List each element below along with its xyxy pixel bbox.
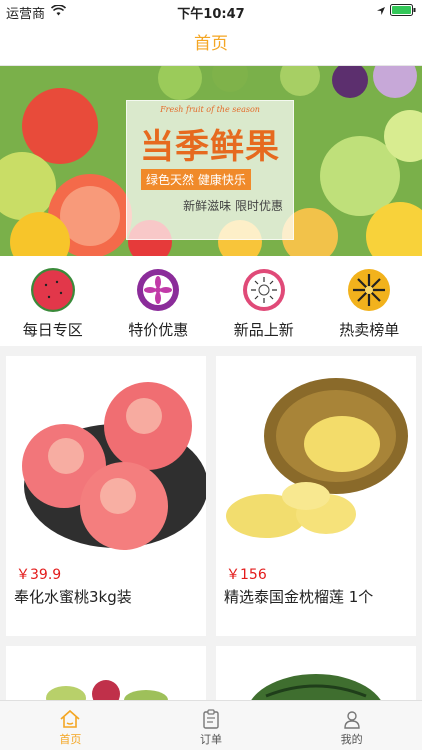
product-name: 精选泰国金枕榴莲 1个: [224, 588, 374, 606]
passionfruit-icon: [348, 269, 391, 311]
promo-banner[interactable]: Fresh fruit of the season 当季鲜果 绿色天然 健康快乐…: [0, 66, 422, 256]
category-row: 每日专区 特价优惠 新品上新 热卖榜单: [0, 256, 422, 346]
promo-tag: 绿色天然 健康快乐: [141, 169, 251, 190]
fruit-image: [6, 646, 206, 700]
category-label: 热卖榜单: [339, 321, 400, 339]
location-icon: [376, 5, 386, 20]
peach-image: [6, 356, 206, 556]
battery-icon: [390, 4, 416, 20]
category-label: 新品上新: [233, 321, 294, 339]
product-card[interactable]: ￥39.9 奉化水蜜桃3kg装: [6, 356, 206, 636]
product-price: ￥39.9: [16, 567, 62, 583]
nav-bar: 首页: [0, 22, 422, 66]
watermelon-icon: [30, 268, 75, 312]
tab-profile[interactable]: 我的: [281, 701, 422, 750]
product-grid: ￥39.9 奉化水蜜桃3kg装 ￥156 精选泰国金枕榴莲 1个: [0, 346, 422, 700]
product-name: 奉化水蜜桃3kg装: [14, 588, 132, 606]
status-bar: 运营商 下午10:47: [0, 0, 422, 22]
category-new[interactable]: 新品上新: [211, 256, 317, 346]
product-price: ￥156: [226, 567, 267, 583]
category-daily[interactable]: 每日专区: [0, 256, 106, 346]
page-title: 首页: [194, 34, 228, 54]
product-card[interactable]: ￥156 精选泰国金枕榴莲 1个: [216, 356, 416, 636]
category-label: 特价优惠: [128, 321, 189, 339]
order-icon: [203, 709, 219, 729]
home-icon: [60, 709, 80, 728]
product-card[interactable]: [6, 646, 206, 700]
product-card[interactable]: [216, 646, 416, 700]
category-sale[interactable]: 特价优惠: [106, 256, 212, 346]
promo-english: Fresh fruit of the season: [160, 105, 260, 114]
tab-label: 首页: [59, 733, 82, 746]
dragonfruit-icon: [137, 269, 180, 311]
watermelon-image: [216, 646, 416, 700]
tab-label: 我的: [340, 733, 363, 746]
tab-label: 订单: [200, 733, 222, 746]
profile-icon: [343, 711, 360, 729]
category-label: 每日专区: [22, 321, 83, 339]
promo-headline: 当季鲜果: [140, 127, 280, 167]
category-hot[interactable]: 热卖榜单: [317, 256, 422, 346]
tab-home[interactable]: 首页: [0, 701, 141, 750]
promo-card: Fresh fruit of the season 当季鲜果 绿色天然 健康快乐…: [126, 100, 294, 240]
status-right: [376, 4, 416, 20]
promo-subline: 新鲜滋味 限时优惠: [183, 199, 283, 213]
tab-orders[interactable]: 订单: [141, 701, 282, 750]
durian-image: [216, 356, 416, 556]
status-time: 下午10:47: [177, 7, 245, 22]
tab-bar: 首页 订单 我的: [0, 700, 422, 750]
kiwi-icon: [242, 269, 285, 311]
